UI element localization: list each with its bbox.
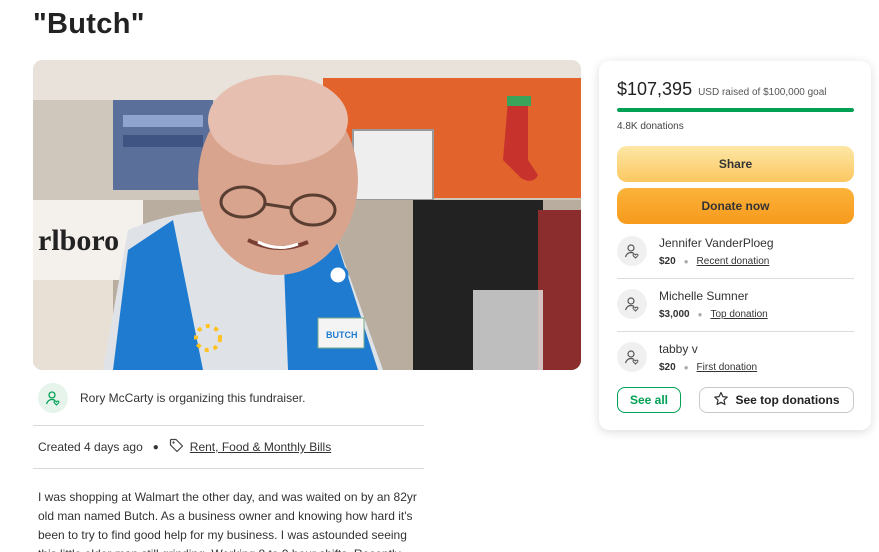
- campaign-meta: Created 4 days ago ● Rent, Food & Monthl…: [38, 438, 331, 456]
- goal-text: USD raised of $100,000 goal: [698, 87, 827, 98]
- see-top-donations-button[interactable]: See top donations: [699, 387, 854, 413]
- tag-icon: [169, 438, 184, 456]
- divider: [33, 425, 424, 426]
- user-heart-icon: [38, 383, 68, 413]
- donor-amount: $3,000: [659, 308, 690, 320]
- share-button[interactable]: Share: [617, 146, 854, 182]
- progress-bar: [617, 108, 854, 112]
- user-heart-icon: [617, 342, 647, 372]
- donor-name: tabby v: [659, 341, 698, 356]
- campaign-title: "Butch": [33, 8, 145, 40]
- campaign-hero-image: rlboro BUTCH: [33, 60, 581, 370]
- donor-amount: $20: [659, 255, 676, 267]
- donor-amount: $20: [659, 361, 676, 373]
- campaign-story: I was shopping at Walmart the other day,…: [38, 490, 417, 552]
- divider: [33, 468, 424, 469]
- amount-row: $107,395 USD raised of $100,000 goal: [617, 79, 827, 100]
- amount-raised: $107,395: [617, 79, 693, 99]
- see-all-button[interactable]: See all: [617, 387, 681, 413]
- category-link[interactable]: Rent, Food & Monthly Bills: [190, 440, 331, 454]
- svg-text:rlboro: rlboro: [38, 224, 119, 257]
- donate-button[interactable]: Donate now: [617, 188, 854, 224]
- user-heart-icon: [617, 289, 647, 319]
- donor-item: Jennifer VanderPloeg $20 ● Recent donati…: [617, 225, 854, 277]
- separator-dot: ●: [683, 362, 689, 372]
- separator-dot: ●: [152, 441, 159, 453]
- donor-item: tabby v $20 ● First donation: [617, 331, 854, 383]
- star-outline-icon: [713, 391, 729, 410]
- separator-dot: ●: [683, 256, 689, 266]
- donation-card: $107,395 USD raised of $100,000 goal 4.8…: [599, 61, 871, 430]
- donation-type-link[interactable]: Top donation: [710, 309, 767, 320]
- donor-name: Jennifer VanderPloeg: [659, 235, 774, 250]
- svg-text:BUTCH: BUTCH: [326, 330, 358, 340]
- donor-item: Michelle Sumner $3,000 ● Top donation: [617, 278, 854, 330]
- created-date: Created 4 days ago: [38, 440, 143, 454]
- donation-type-link[interactable]: First donation: [697, 362, 758, 373]
- organizer-row: Rory McCarty is organizing this fundrais…: [38, 382, 428, 414]
- progress-fill: [617, 108, 854, 112]
- separator-dot: ●: [697, 309, 703, 319]
- donor-name: Michelle Sumner: [659, 288, 749, 303]
- donations-count: 4.8K donations: [617, 121, 684, 132]
- organizer-text: Rory McCarty is organizing this fundrais…: [80, 391, 306, 405]
- see-top-label: See top donations: [735, 393, 840, 407]
- donation-type-link[interactable]: Recent donation: [697, 256, 770, 267]
- user-heart-icon: [617, 236, 647, 266]
